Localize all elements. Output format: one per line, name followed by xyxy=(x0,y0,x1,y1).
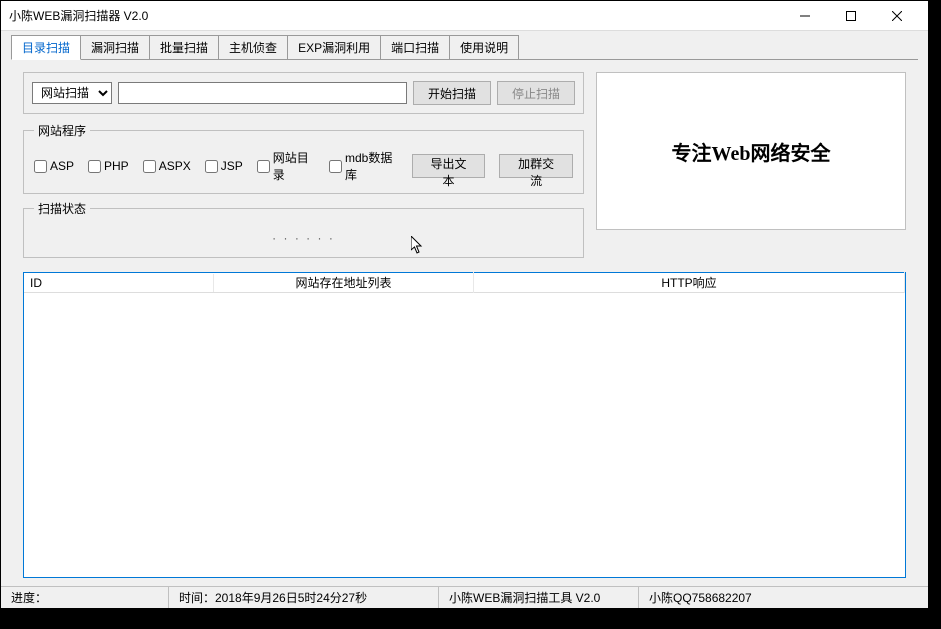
cb-asp-input[interactable] xyxy=(34,160,47,173)
cb-aspx[interactable]: ASPX xyxy=(143,159,191,173)
statusbar: 进度： 时间：2018年9月26日5时24分27秒 小陈WEB漏洞扫描工具 V2… xyxy=(1,586,928,608)
tab-port-scan[interactable]: 端口扫描 xyxy=(380,35,450,59)
status-fieldset: 扫描状态 · · · · · · xyxy=(23,200,584,258)
stop-scan-button[interactable]: 停止扫描 xyxy=(497,81,575,105)
tab-exp[interactable]: EXP漏洞利用 xyxy=(287,35,381,59)
minimize-button[interactable] xyxy=(782,2,828,30)
cb-dir[interactable]: 网站目录 xyxy=(257,149,315,183)
status-contact: 小陈QQ758682207 xyxy=(639,587,928,608)
main-area: 网站扫描 开始扫描 停止扫描 网站程序 ASP PHP ASPX JSP 网站目… xyxy=(11,59,918,586)
checkbox-row: ASP PHP ASPX JSP 网站目录 mdb数据库 导出文本 加群交流 xyxy=(34,149,573,183)
cb-jsp-input[interactable] xyxy=(205,160,218,173)
titlebar: 小陈WEB漏洞扫描器 V2.0 xyxy=(1,1,928,31)
group-chat-button[interactable]: 加群交流 xyxy=(499,154,573,178)
tab-help[interactable]: 使用说明 xyxy=(449,35,519,59)
program-legend: 网站程序 xyxy=(34,122,90,139)
status-content: · · · · · · xyxy=(34,227,573,247)
url-input[interactable] xyxy=(118,82,407,104)
scan-control-row: 网站扫描 开始扫描 停止扫描 xyxy=(23,72,584,114)
status-progress: 进度： xyxy=(1,587,169,608)
window-controls xyxy=(782,2,920,30)
window-title: 小陈WEB漏洞扫描器 V2.0 xyxy=(9,7,782,24)
app-window: 小陈WEB漏洞扫描器 V2.0 目录扫描 漏洞扫描 批量扫描 主机侦查 EXP漏… xyxy=(0,0,929,609)
cb-mdb-input[interactable] xyxy=(329,160,342,173)
tab-vuln-scan[interactable]: 漏洞扫描 xyxy=(80,35,150,59)
th-url[interactable]: 网站存在地址列表 xyxy=(214,272,474,293)
table-body[interactable] xyxy=(24,293,905,577)
tab-strip: 目录扫描 漏洞扫描 批量扫描 主机侦查 EXP漏洞利用 端口扫描 使用说明 xyxy=(1,31,928,59)
th-http[interactable]: HTTP响应 xyxy=(474,272,905,293)
cb-jsp[interactable]: JSP xyxy=(205,159,243,173)
cb-aspx-input[interactable] xyxy=(143,160,156,173)
close-button[interactable] xyxy=(874,2,920,30)
export-button[interactable]: 导出文本 xyxy=(412,154,486,178)
status-legend: 扫描状态 xyxy=(34,200,90,217)
scan-mode-select[interactable]: 网站扫描 xyxy=(32,82,112,104)
status-time: 时间：2018年9月26日5时24分27秒 xyxy=(169,587,439,608)
maximize-button[interactable] xyxy=(828,2,874,30)
cb-mdb[interactable]: mdb数据库 xyxy=(329,149,398,183)
tab-directory-scan[interactable]: 目录扫描 xyxy=(11,35,81,60)
results-table: ID 网站存在地址列表 HTTP响应 xyxy=(23,272,906,578)
cb-dir-input[interactable] xyxy=(257,160,270,173)
program-fieldset: 网站程序 ASP PHP ASPX JSP 网站目录 mdb数据库 导出文本 加… xyxy=(23,122,584,194)
cb-php-input[interactable] xyxy=(88,160,101,173)
slogan-panel: 专注Web网络安全 xyxy=(596,72,906,230)
slogan-text: 专注Web网络安全 xyxy=(672,137,831,166)
cb-php[interactable]: PHP xyxy=(88,159,129,173)
table-header: ID 网站存在地址列表 HTTP响应 xyxy=(24,273,905,293)
tab-batch-scan[interactable]: 批量扫描 xyxy=(149,35,219,59)
status-product: 小陈WEB漏洞扫描工具 V2.0 xyxy=(439,587,639,608)
th-id[interactable]: ID xyxy=(24,274,214,292)
upper-row: 网站扫描 开始扫描 停止扫描 网站程序 ASP PHP ASPX JSP 网站目… xyxy=(23,72,906,264)
tab-host-recon[interactable]: 主机侦查 xyxy=(218,35,288,59)
left-column: 网站扫描 开始扫描 停止扫描 网站程序 ASP PHP ASPX JSP 网站目… xyxy=(23,72,584,264)
cb-asp[interactable]: ASP xyxy=(34,159,74,173)
start-scan-button[interactable]: 开始扫描 xyxy=(413,81,491,105)
